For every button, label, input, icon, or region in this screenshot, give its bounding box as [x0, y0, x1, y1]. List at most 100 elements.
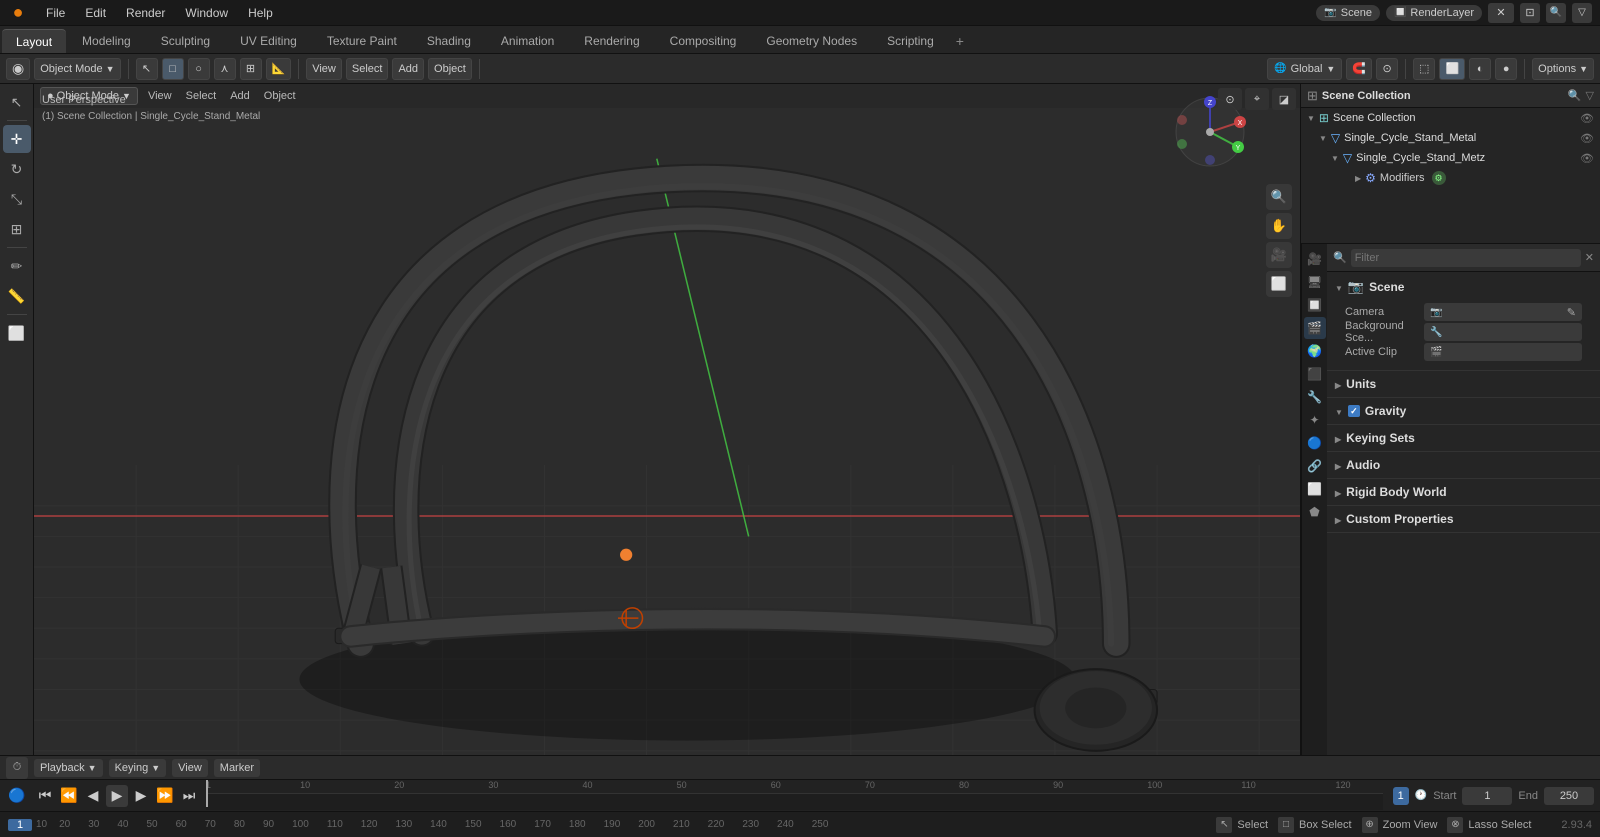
outliner-search-icon[interactable]: 🔍 [1568, 89, 1582, 102]
viewport-select-menu[interactable]: Select [182, 90, 221, 102]
viewport-shading-mat[interactable]: ◐ [1469, 58, 1491, 80]
play-btn[interactable]: ▶ [106, 785, 128, 807]
audio-header[interactable]: Audio [1335, 454, 1592, 476]
tab-uv-editing[interactable]: UV Editing [226, 29, 311, 53]
add-workspace-tab[interactable]: + [948, 29, 972, 53]
tab-layout[interactable]: Layout [2, 29, 66, 53]
viewport-mode-btn[interactable]: ● Object Mode ▼ [40, 87, 138, 105]
mode-icon-btn[interactable]: ◉ [6, 58, 30, 80]
tool-add-cube[interactable]: ⬜ [3, 319, 31, 347]
lasso-select-indicator[interactable]: ⊗ Lasso Select [1447, 817, 1531, 833]
transform-orientation[interactable]: 🌐 Global ▼ [1267, 58, 1342, 80]
timeline-track[interactable]: 1 10 20 30 40 50 60 70 80 90 100 110 120 [206, 780, 1383, 811]
camera-edit-icon[interactable]: ✎ [1567, 306, 1576, 319]
select-box-btn[interactable]: □ [162, 58, 184, 80]
prop-constraints-icon[interactable]: 🔗 [1304, 455, 1326, 477]
box-select-indicator[interactable]: □ Box Select [1278, 817, 1352, 833]
outliner-item-2[interactable]: ▽ Single_Cycle_Stand_Metz 👁 [1325, 148, 1600, 168]
snap-btn[interactable]: 🧲 [1346, 58, 1372, 80]
start-frame-input[interactable]: 1 [1462, 787, 1512, 805]
prev-keyframe-btn[interactable]: ⏪ [58, 785, 80, 807]
mode-selector[interactable]: Object Mode ▼ [34, 58, 120, 80]
tool-move[interactable]: ✛ [3, 125, 31, 153]
prop-data-icon[interactable]: ⬜ [1304, 478, 1326, 500]
viewport-object-menu[interactable]: Object [260, 90, 300, 102]
tool-annotate[interactable]: ✏ [3, 252, 31, 280]
tool-cursor[interactable]: ↖ [3, 88, 31, 116]
tab-shading[interactable]: Shading [413, 29, 485, 53]
select-extra-btn[interactable]: ⊞ [240, 58, 262, 80]
menu-file[interactable]: File [36, 0, 75, 25]
bg-scene-selector[interactable]: 🔧 [1424, 323, 1582, 341]
scene-selector[interactable]: 📷 Scene [1316, 5, 1380, 21]
jump-end-btn[interactable]: ⏭ [178, 785, 200, 807]
item2-visibility[interactable]: 👁 [1580, 152, 1594, 165]
tool-scale[interactable]: ⤡ [3, 185, 31, 213]
menu-render[interactable]: Render [116, 0, 175, 25]
marker-menu[interactable]: Marker [214, 759, 260, 777]
props-search-input[interactable] [1351, 249, 1581, 267]
active-clip-selector[interactable]: 🎬 [1424, 343, 1582, 361]
jump-start-btn[interactable]: ⏮ [34, 785, 56, 807]
viewport[interactable]: ● Object Mode ▼ View Select Add Object U… [34, 84, 1300, 755]
collection-visibility[interactable]: 👁 [1580, 112, 1594, 125]
end-frame-input[interactable]: 250 [1544, 787, 1594, 805]
select-lasso-btn[interactable]: ⋏ [214, 58, 236, 80]
current-frame-display[interactable]: 1 [1393, 787, 1409, 805]
camera-selector[interactable]: 📷 ✎ [1424, 303, 1582, 321]
prop-object-icon[interactable]: ⬛ [1304, 363, 1326, 385]
tool-transform[interactable]: ⊞ [3, 215, 31, 243]
prop-world-icon[interactable]: 🌍 [1304, 340, 1326, 362]
tab-compositing[interactable]: Compositing [656, 29, 751, 53]
viewport-gizmo-btn[interactable]: ⌖ [1245, 88, 1269, 110]
timeline-mode-icon[interactable]: ⏱ [6, 757, 28, 779]
prev-frame-btn[interactable]: ◀ [82, 785, 104, 807]
tool-measure[interactable]: 📏 [3, 282, 31, 310]
keying-menu[interactable]: Keying ▼ [109, 759, 167, 777]
select-circle-btn[interactable]: ○ [188, 58, 210, 80]
viewport-shading-solid[interactable]: ⬜ [1439, 58, 1465, 80]
rigid-body-header[interactable]: Rigid Body World [1335, 481, 1592, 503]
camera-btn[interactable]: 🎥 [1266, 242, 1292, 268]
custom-props-header[interactable]: Custom Properties [1335, 508, 1592, 530]
options-btn[interactable]: Options ▼ [1532, 58, 1594, 80]
prop-render-icon[interactable]: 🎥 [1304, 248, 1326, 270]
item1-visibility[interactable]: 👁 [1580, 132, 1594, 145]
tab-modeling[interactable]: Modeling [68, 29, 145, 53]
select-tool-indicator[interactable]: ↖ Select [1216, 817, 1268, 833]
tab-rendering[interactable]: Rendering [570, 29, 653, 53]
menu-edit[interactable]: Edit [75, 0, 116, 25]
scene-section-header[interactable]: 📷 Scene [1335, 276, 1592, 298]
prop-scene-icon[interactable]: 🎬 [1304, 317, 1326, 339]
zoom-in-btn[interactable]: 🔍 [1266, 184, 1292, 210]
tab-geometry-nodes[interactable]: Geometry Nodes [752, 29, 871, 53]
header-search[interactable]: 🔍 [1546, 3, 1566, 23]
outliner-item-1[interactable]: ▽ Single_Cycle_Stand_Metal 👁 [1313, 128, 1600, 148]
next-keyframe-btn[interactable]: ⏩ [154, 785, 176, 807]
prop-particles-icon[interactable]: ✦ [1304, 409, 1326, 431]
tab-animation[interactable]: Animation [487, 29, 568, 53]
gravity-header[interactable]: ✓ Gravity [1335, 400, 1592, 422]
tab-sculpting[interactable]: Sculpting [147, 29, 224, 53]
menu-window[interactable]: Window [175, 0, 238, 25]
measure-btn[interactable]: 📐 [266, 58, 292, 80]
gravity-checkbox[interactable]: ✓ [1348, 405, 1360, 417]
outliner-item-modifiers[interactable]: ⚙ Modifiers ⚙ [1349, 168, 1600, 188]
keying-sets-header[interactable]: Keying Sets [1335, 427, 1592, 449]
prop-output-icon[interactable]: 🖥 [1304, 271, 1326, 293]
header-options-btn[interactable]: ✕ [1488, 3, 1514, 23]
prop-material-icon[interactable]: ⬟ [1304, 501, 1326, 523]
pan-btn[interactable]: ✋ [1266, 213, 1292, 239]
prop-viewlayer-icon[interactable]: 🔲 [1304, 294, 1326, 316]
viewport-shading-wire[interactable]: ⬚ [1413, 58, 1435, 80]
add-btn[interactable]: Add [392, 58, 424, 80]
playback-menu[interactable]: Playback ▼ [34, 759, 103, 777]
prop-modifier-icon[interactable]: 🔧 [1304, 386, 1326, 408]
view-menu[interactable]: View [172, 759, 208, 777]
next-frame-btn[interactable]: ▶ [130, 785, 152, 807]
renderlayer-selector[interactable]: 🔲 RenderLayer [1386, 5, 1482, 21]
proportional-btn[interactable]: ⊙ [1376, 58, 1398, 80]
viewport-shading-render[interactable]: ● [1495, 58, 1517, 80]
viewport-xray-btn[interactable]: ◪ [1272, 88, 1296, 110]
zoom-view-indicator[interactable]: ⊕ Zoom View [1362, 817, 1438, 833]
